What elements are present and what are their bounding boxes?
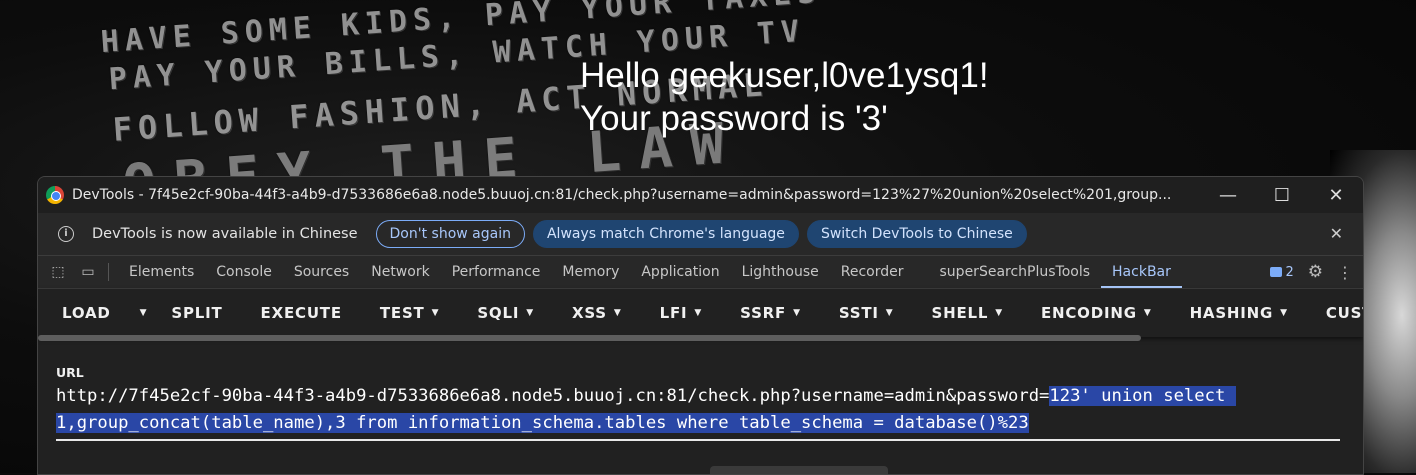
sqli-label: SQLI	[477, 304, 520, 322]
page-message: Hello geekuser,l0ve1ysq1! Your password …	[580, 54, 989, 140]
lfi-menu[interactable]: LFI ▼	[660, 304, 703, 322]
caret-down-icon: ▼	[1143, 308, 1152, 318]
caret-down-icon: ▼	[793, 308, 801, 318]
password-text: Your password is '3'	[580, 99, 888, 138]
url-selected-text-line2: 1,group_concat(table_name),3 from inform…	[56, 413, 1029, 433]
test-menu[interactable]: TEST ▼	[380, 304, 439, 322]
devtools-tabbar: ⬚ ▭ Elements Console Sources Network Per…	[38, 256, 1363, 289]
url-input-underline	[56, 439, 1340, 441]
more-options-icon[interactable]: ⋮	[1337, 263, 1353, 282]
shell-label: SHELL	[931, 304, 989, 322]
settings-gear-icon[interactable]: ⚙	[1308, 262, 1323, 282]
chrome-icon	[46, 186, 64, 204]
toolbar-right: 2 ⚙ ⋮	[1270, 256, 1353, 288]
ssrf-menu[interactable]: SSRF ▼	[740, 304, 801, 322]
always-match-language-button[interactable]: Always match Chrome's language	[532, 220, 799, 248]
issues-icon	[1270, 267, 1283, 277]
tab-console[interactable]: Console	[205, 256, 283, 288]
info-icon: i	[58, 226, 74, 242]
close-window-button[interactable]: ✕	[1309, 177, 1363, 213]
custom-menu[interactable]: CUSTOM	[1326, 304, 1363, 322]
execute-label: EXECUTE	[260, 304, 342, 322]
minimize-button[interactable]: —	[1201, 177, 1255, 213]
infobar-close-icon[interactable]: ✕	[1330, 224, 1343, 243]
tab-sources[interactable]: Sources	[283, 256, 360, 288]
ssti-menu[interactable]: SSTI ▼	[839, 304, 894, 322]
xss-menu[interactable]: XSS ▼	[572, 304, 622, 322]
language-infobar: i DevTools is now available in Chinese D…	[38, 213, 1363, 256]
window-title: DevTools - 7f45e2cf-90ba-44f3-a4b9-d7533…	[72, 187, 1172, 203]
custom-label: CUSTOM	[1325, 304, 1363, 322]
ssrf-label: SSRF	[740, 304, 787, 322]
inspect-element-icon[interactable]: ⬚	[48, 264, 68, 280]
caret-down-icon: ▼	[694, 308, 703, 318]
url-prefix-text: http://7f45e2cf-90ba-44f3-a4b9-d7533686e…	[56, 386, 1050, 406]
hashing-menu[interactable]: HASHING ▼	[1190, 304, 1288, 322]
horizontal-scrollbar[interactable]	[38, 335, 1141, 341]
greeting-text: Hello geekuser,l0ve1ysq1!	[580, 56, 989, 95]
switch-to-chinese-button[interactable]: Switch DevTools to Chinese	[806, 220, 1027, 248]
hackbar-menubar: LOAD ▼ SPLIT EXECUTE TEST ▼ SQLI ▼ XSS ▼ LF…	[38, 289, 1363, 337]
url-input[interactable]: http://7f45e2cf-90ba-44f3-a4b9-d7533686e…	[56, 383, 1340, 437]
dont-show-again-button[interactable]: Don't show again	[375, 220, 525, 248]
tab-hackbar[interactable]: HackBar	[1101, 256, 1182, 288]
tab-performance[interactable]: Performance	[441, 256, 552, 288]
ssti-label: SSTI	[838, 304, 879, 322]
issues-count: 2	[1285, 264, 1294, 280]
caret-down-icon: ▼	[526, 308, 534, 318]
execute-button[interactable]: EXECUTE	[261, 304, 342, 322]
devtools-window: DevTools - 7f45e2cf-90ba-44f3-a4b9-d7533…	[37, 176, 1364, 475]
lfi-label: LFI	[659, 304, 688, 322]
load-dropdown-icon[interactable]: ▼	[133, 308, 148, 318]
encoding-label: ENCODING	[1040, 304, 1137, 322]
url-label: URL	[56, 365, 84, 380]
hackbar-panel: LOAD ▼ SPLIT EXECUTE TEST ▼ SQLI ▼ XSS ▼ LF…	[38, 289, 1363, 474]
tab-memory[interactable]: Memory	[551, 256, 630, 288]
caret-down-icon: ▼	[1280, 308, 1288, 318]
window-titlebar[interactable]: DevTools - 7f45e2cf-90ba-44f3-a4b9-d7533…	[38, 177, 1363, 213]
caret-down-icon: ▼	[995, 308, 1003, 318]
tab-recorder[interactable]: Recorder	[830, 256, 915, 288]
load-button[interactable]: LOAD	[62, 304, 111, 322]
test-label: TEST	[379, 304, 425, 322]
caret-down-icon: ▼	[885, 308, 894, 318]
split-button[interactable]: SPLIT	[171, 304, 222, 322]
url-selected-text: 123' union select	[1049, 386, 1236, 406]
maximize-button[interactable]: ☐	[1255, 177, 1309, 213]
window-controls: — ☐ ✕	[1201, 177, 1363, 213]
tab-elements[interactable]: Elements	[118, 256, 205, 288]
device-toolbar-icon[interactable]: ▭	[78, 264, 98, 280]
tab-application[interactable]: Application	[630, 256, 730, 288]
hashing-label: HASHING	[1189, 304, 1274, 322]
xss-label: XSS	[571, 304, 607, 322]
caret-down-icon: ▼	[431, 308, 440, 318]
issues-badge[interactable]: 2	[1270, 264, 1294, 280]
sqli-menu[interactable]: SQLI ▼	[477, 304, 534, 322]
tab-lighthouse[interactable]: Lighthouse	[731, 256, 830, 288]
load-label: LOAD	[62, 304, 111, 322]
infobar-message: DevTools is now available in Chinese	[92, 226, 358, 242]
tab-network[interactable]: Network	[360, 256, 440, 288]
toolbar-divider	[108, 263, 109, 281]
caret-down-icon: ▼	[613, 308, 622, 318]
split-label: SPLIT	[171, 304, 223, 322]
encoding-menu[interactable]: ENCODING ▼	[1041, 304, 1152, 322]
shell-menu[interactable]: SHELL ▼	[932, 304, 1003, 322]
tab-supersearchplustools[interactable]: superSearchPlusTools	[929, 256, 1102, 288]
